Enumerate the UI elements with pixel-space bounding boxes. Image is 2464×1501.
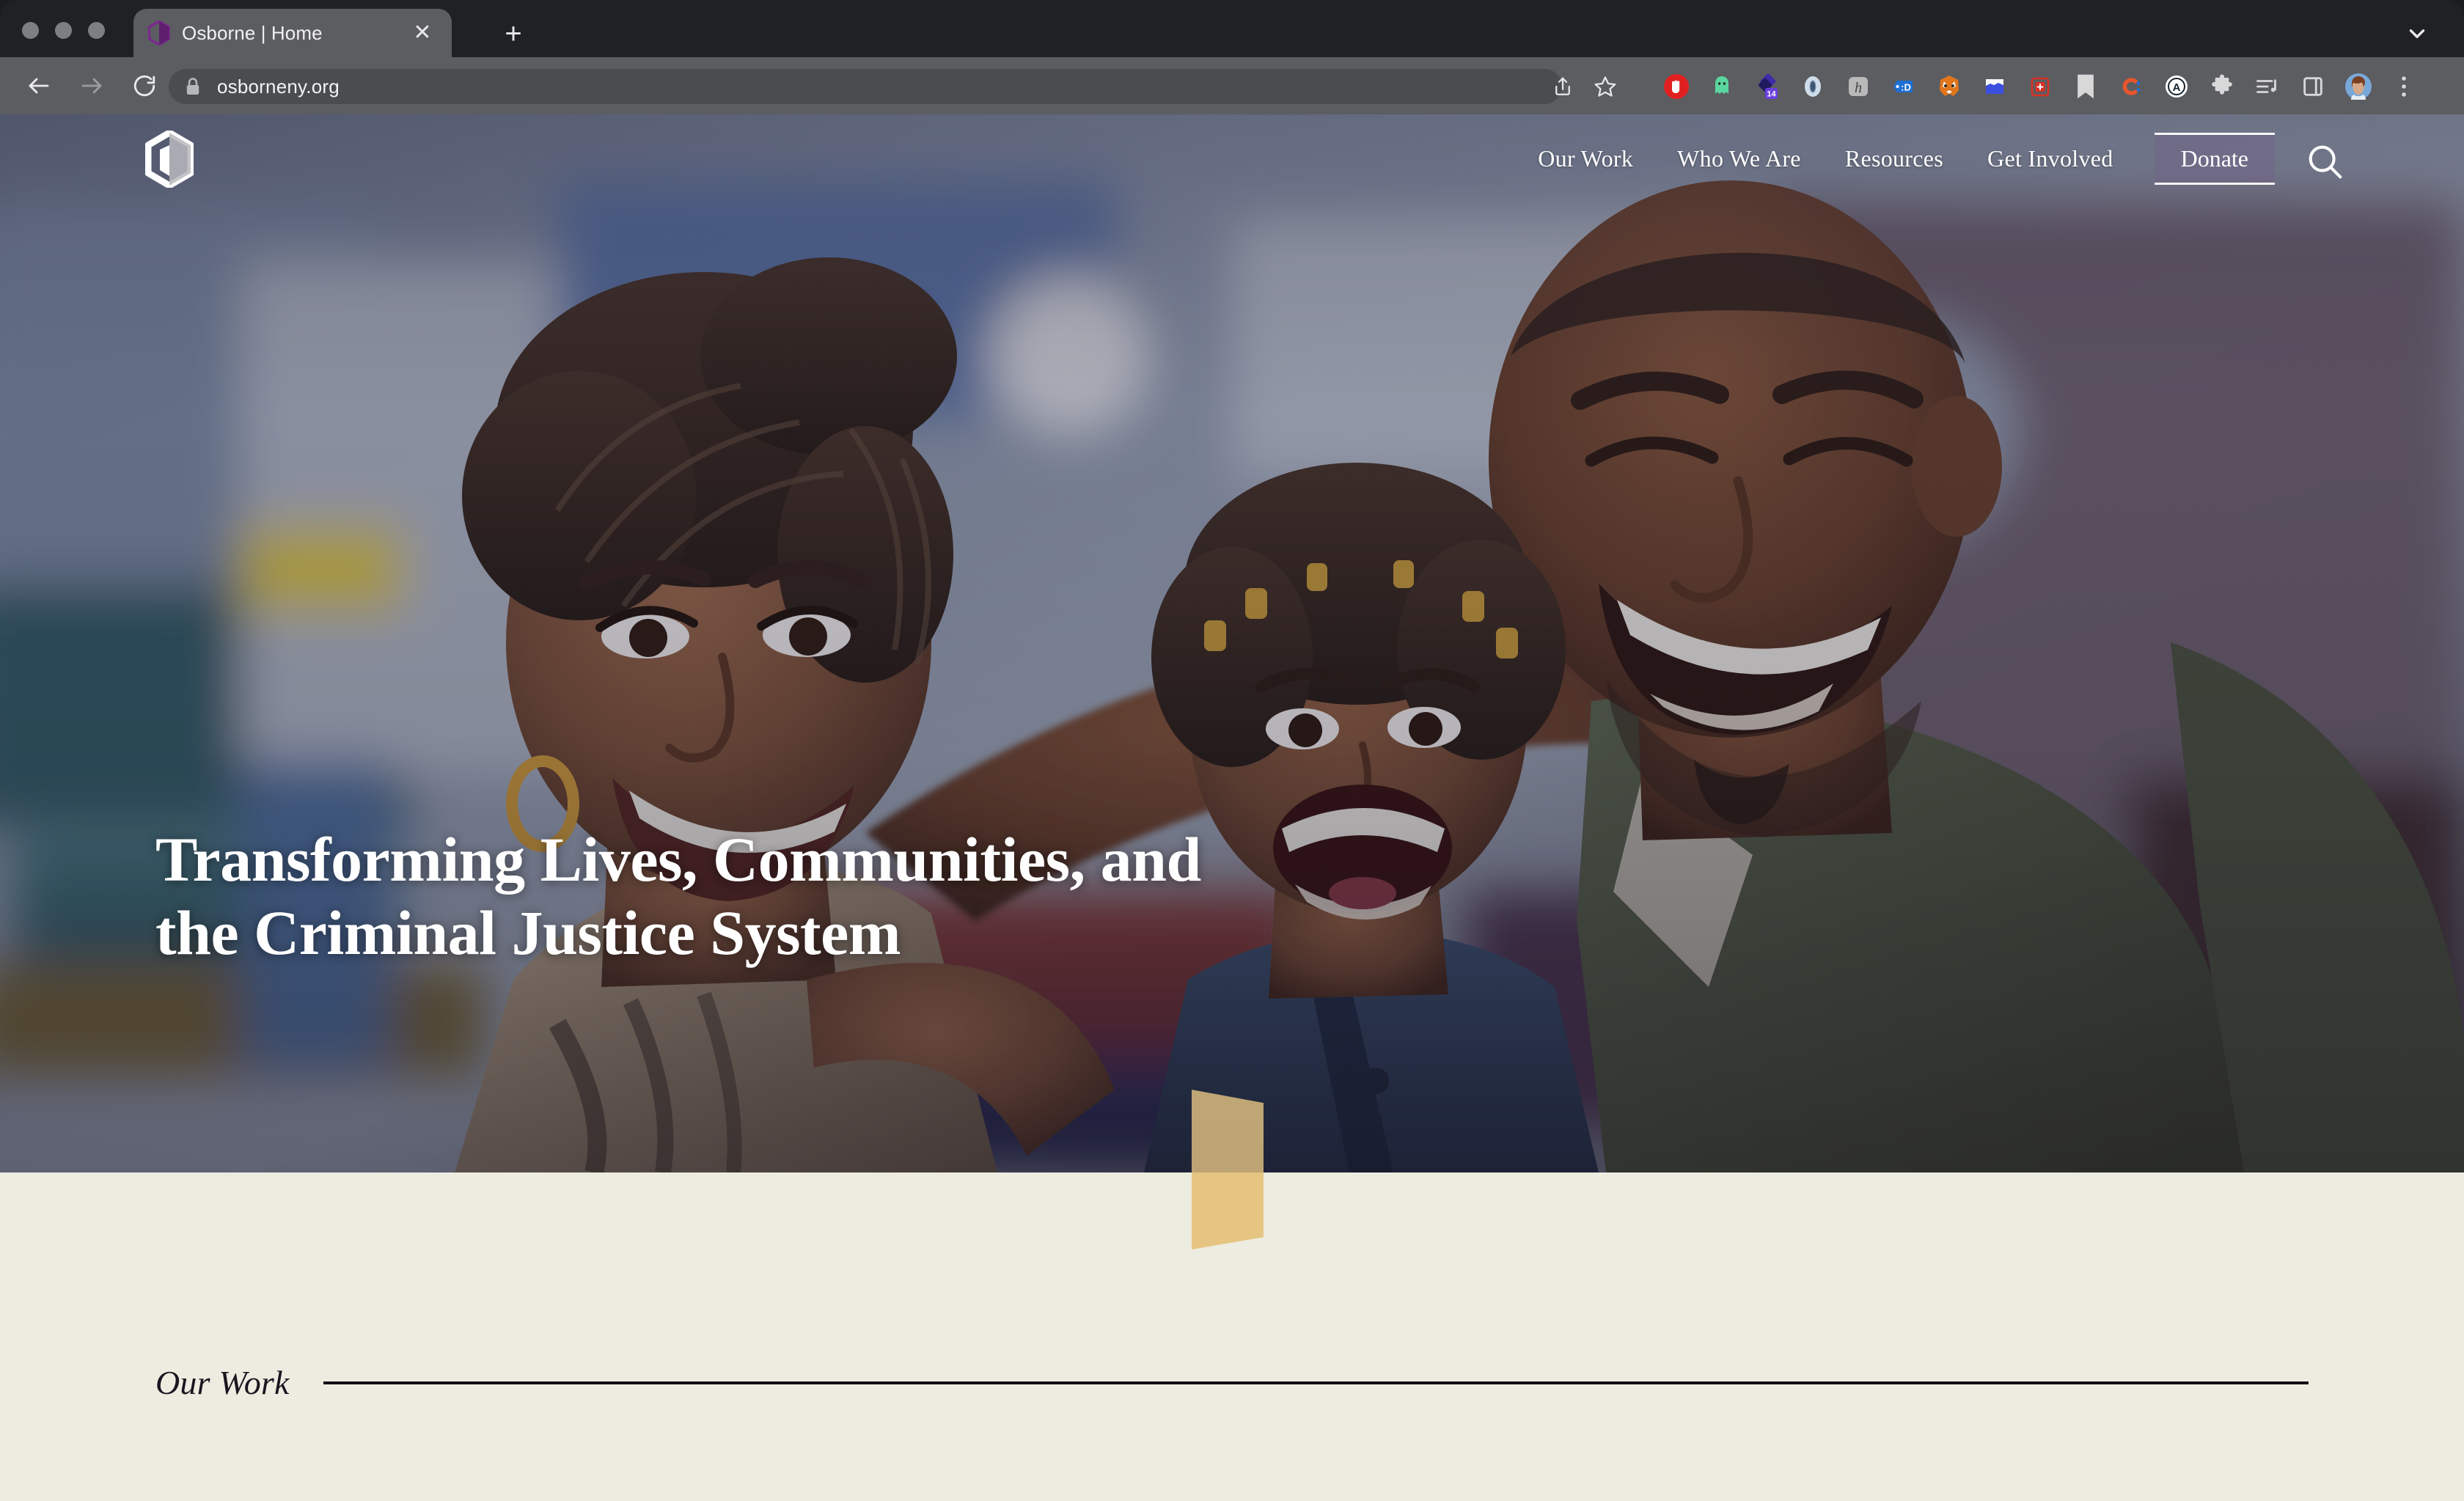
- donate-button[interactable]: Donate: [2154, 132, 2275, 185]
- nav-item-who-we-are[interactable]: Who We Are: [1655, 145, 1823, 172]
- browser-window: Osborne | Home ✕ + osborneny.org 14 h:D…: [0, 0, 2464, 1501]
- gold-accent-shape: [1192, 1172, 1264, 1249]
- svg-text::D: :D: [1901, 82, 1911, 93]
- section-header: Our Work: [155, 1363, 2309, 1402]
- svg-text:A: A: [2173, 81, 2181, 94]
- bitwarden-tag-icon[interactable]: :D: [1881, 68, 1926, 105]
- address-bar[interactable]: osborneny.org: [169, 69, 1562, 104]
- side-panel-icon[interactable]: [2290, 68, 2336, 105]
- media-playlist-icon[interactable]: [2245, 68, 2290, 105]
- bookmark-flag-icon[interactable]: [2063, 68, 2108, 105]
- window-minimize-button[interactable]: [55, 22, 72, 39]
- search-icon[interactable]: [2304, 141, 2347, 183]
- nav-item-our-work[interactable]: Our Work: [1516, 145, 1655, 172]
- window-maximize-button[interactable]: [88, 22, 105, 39]
- bookmark-star-icon[interactable]: [1586, 69, 1624, 104]
- url-text: osborneny.org: [217, 75, 340, 98]
- tab-favicon-icon: [147, 20, 171, 46]
- extensions-tray: 14 h :D A: [1654, 68, 2427, 105]
- share-icon[interactable]: [1544, 69, 1582, 104]
- browser-tab[interactable]: Osborne | Home ✕: [133, 9, 452, 57]
- three-dot-menu-icon[interactable]: [2381, 68, 2427, 105]
- browser-toolbar: osborneny.org 14 h:D A: [0, 57, 2464, 114]
- main-nav-links: Our Work Who We Are Resources Get Involv…: [1516, 114, 2275, 202]
- nav-item-get-involved[interactable]: Get Involved: [1965, 145, 2135, 172]
- page-viewport: Our Work Who We Are Resources Get Involv…: [0, 114, 2464, 1501]
- opera-ring-icon[interactable]: [1790, 68, 1836, 105]
- back-arrow-icon[interactable]: [16, 63, 62, 109]
- tab-strip: Osborne | Home ✕ +: [0, 0, 2464, 57]
- puzzle-extensions-icon[interactable]: [2199, 68, 2245, 105]
- hero-section: Our Work Who We Are Resources Get Involv…: [0, 114, 2464, 1172]
- chevron-down-icon[interactable]: [2399, 16, 2435, 51]
- profile-avatar[interactable]: [2336, 68, 2381, 105]
- new-tab-button[interactable]: +: [496, 16, 531, 51]
- section-divider: [323, 1381, 2309, 1384]
- coinbase-wallet-icon[interactable]: [1972, 68, 2017, 105]
- metamask-fox-icon[interactable]: [1926, 68, 1972, 105]
- rabby-wallet-icon[interactable]: 14: [1745, 68, 1790, 105]
- omnibox-actions: [1544, 69, 1624, 104]
- site-navigation: Our Work Who We Are Resources Get Involv…: [0, 114, 2464, 202]
- lock-icon: [185, 77, 201, 96]
- osborne-logo-icon[interactable]: [144, 129, 194, 189]
- forward-arrow-icon[interactable]: [69, 63, 114, 109]
- window-close-button[interactable]: [22, 22, 39, 39]
- svg-text:h: h: [1855, 80, 1862, 96]
- honey-icon[interactable]: h: [1836, 68, 1881, 105]
- hero-heading: Transforming Lives, Communities, and the…: [155, 823, 1201, 969]
- svg-text:14: 14: [1767, 90, 1776, 99]
- grammarly-icon[interactable]: A: [2154, 68, 2199, 105]
- ghostery-ghost-icon[interactable]: [1699, 68, 1745, 105]
- tab-close-icon[interactable]: ✕: [408, 18, 437, 48]
- window-controls: [22, 22, 105, 39]
- gold-accent-shape-upper: [1192, 1090, 1264, 1172]
- c-brand-icon[interactable]: [2108, 68, 2154, 105]
- nav-item-resources[interactable]: Resources: [1823, 145, 1965, 172]
- section-title: Our Work: [155, 1364, 290, 1401]
- reload-icon[interactable]: [122, 63, 167, 109]
- adblock-stop-hand-icon[interactable]: [1654, 68, 1699, 105]
- tab-title: Osborne | Home: [182, 21, 323, 44]
- hero-overlay: [0, 114, 2464, 1172]
- calendar-extension-icon[interactable]: [2017, 68, 2063, 105]
